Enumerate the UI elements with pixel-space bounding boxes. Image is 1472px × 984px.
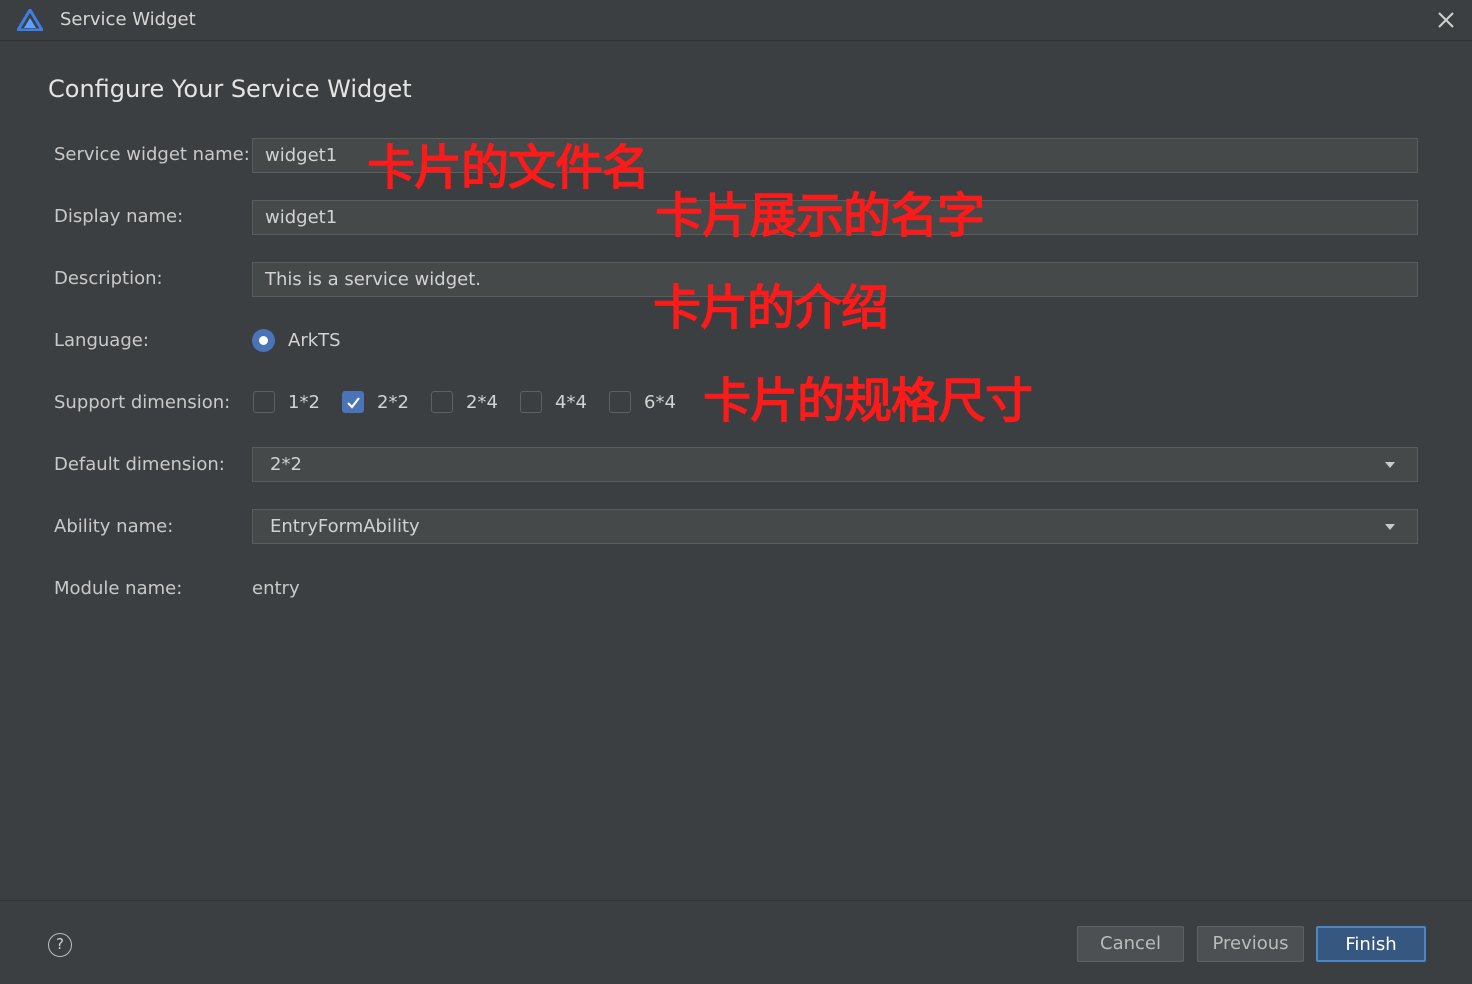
dimension-checkbox-2x4[interactable]: [431, 391, 453, 413]
dimension-label-6x4: 6*4: [644, 392, 676, 413]
dimension-checkbox-1x2[interactable]: [253, 391, 275, 413]
dialog-footer: ? Cancel Previous Finish: [0, 900, 1472, 984]
ability-name-select[interactable]: EntryFormAbility: [252, 509, 1418, 544]
cancel-button[interactable]: Cancel: [1077, 926, 1184, 962]
module-name-label: Module name:: [54, 578, 183, 599]
page-title: Configure Your Service Widget: [48, 75, 412, 103]
dimension-checkbox-6x4[interactable]: [609, 391, 631, 413]
window-title: Service Widget: [60, 9, 196, 30]
chevron-down-icon: [1385, 462, 1395, 468]
widget-name-label: Service widget name:: [54, 144, 250, 165]
radio-dot: [259, 336, 268, 345]
finish-button[interactable]: Finish: [1316, 926, 1426, 962]
annotation-description: 卡片的介绍: [653, 280, 889, 336]
dimension-checkbox-4x4[interactable]: [520, 391, 542, 413]
previous-button[interactable]: Previous: [1197, 926, 1304, 962]
language-label: Language:: [54, 330, 149, 351]
check-icon: [347, 397, 360, 409]
default-dimension-value: 2*2: [270, 454, 302, 475]
language-radio-arkts[interactable]: [252, 329, 275, 352]
close-icon[interactable]: [1434, 8, 1458, 32]
description-label: Description:: [54, 268, 163, 289]
ability-name-label: Ability name:: [54, 516, 174, 537]
default-dimension-select[interactable]: 2*2: [252, 447, 1418, 482]
display-name-label: Display name:: [54, 206, 184, 227]
help-icon[interactable]: ?: [48, 933, 72, 957]
dimension-label-2x4: 2*4: [466, 392, 498, 413]
annotation-display-name: 卡片展示的名字: [655, 188, 985, 244]
annotation-file-name: 卡片的文件名: [367, 140, 650, 196]
annotation-dimension: 卡片的规格尺寸: [703, 373, 1033, 429]
default-dimension-label: Default dimension:: [54, 454, 225, 475]
title-bar: Service Widget: [0, 0, 1472, 41]
dimension-checkbox-2x2[interactable]: [342, 391, 364, 413]
dimension-label-4x4: 4*4: [555, 392, 587, 413]
support-dimension-label: Support dimension:: [54, 392, 231, 413]
dimension-label-2x2: 2*2: [377, 392, 409, 413]
dimension-label-1x2: 1*2: [288, 392, 320, 413]
app-logo-icon: [17, 9, 43, 31]
ability-name-value: EntryFormAbility: [270, 516, 420, 537]
module-name-value: entry: [252, 578, 300, 599]
language-option-label: ArkTS: [288, 330, 341, 351]
chevron-down-icon: [1385, 524, 1395, 530]
